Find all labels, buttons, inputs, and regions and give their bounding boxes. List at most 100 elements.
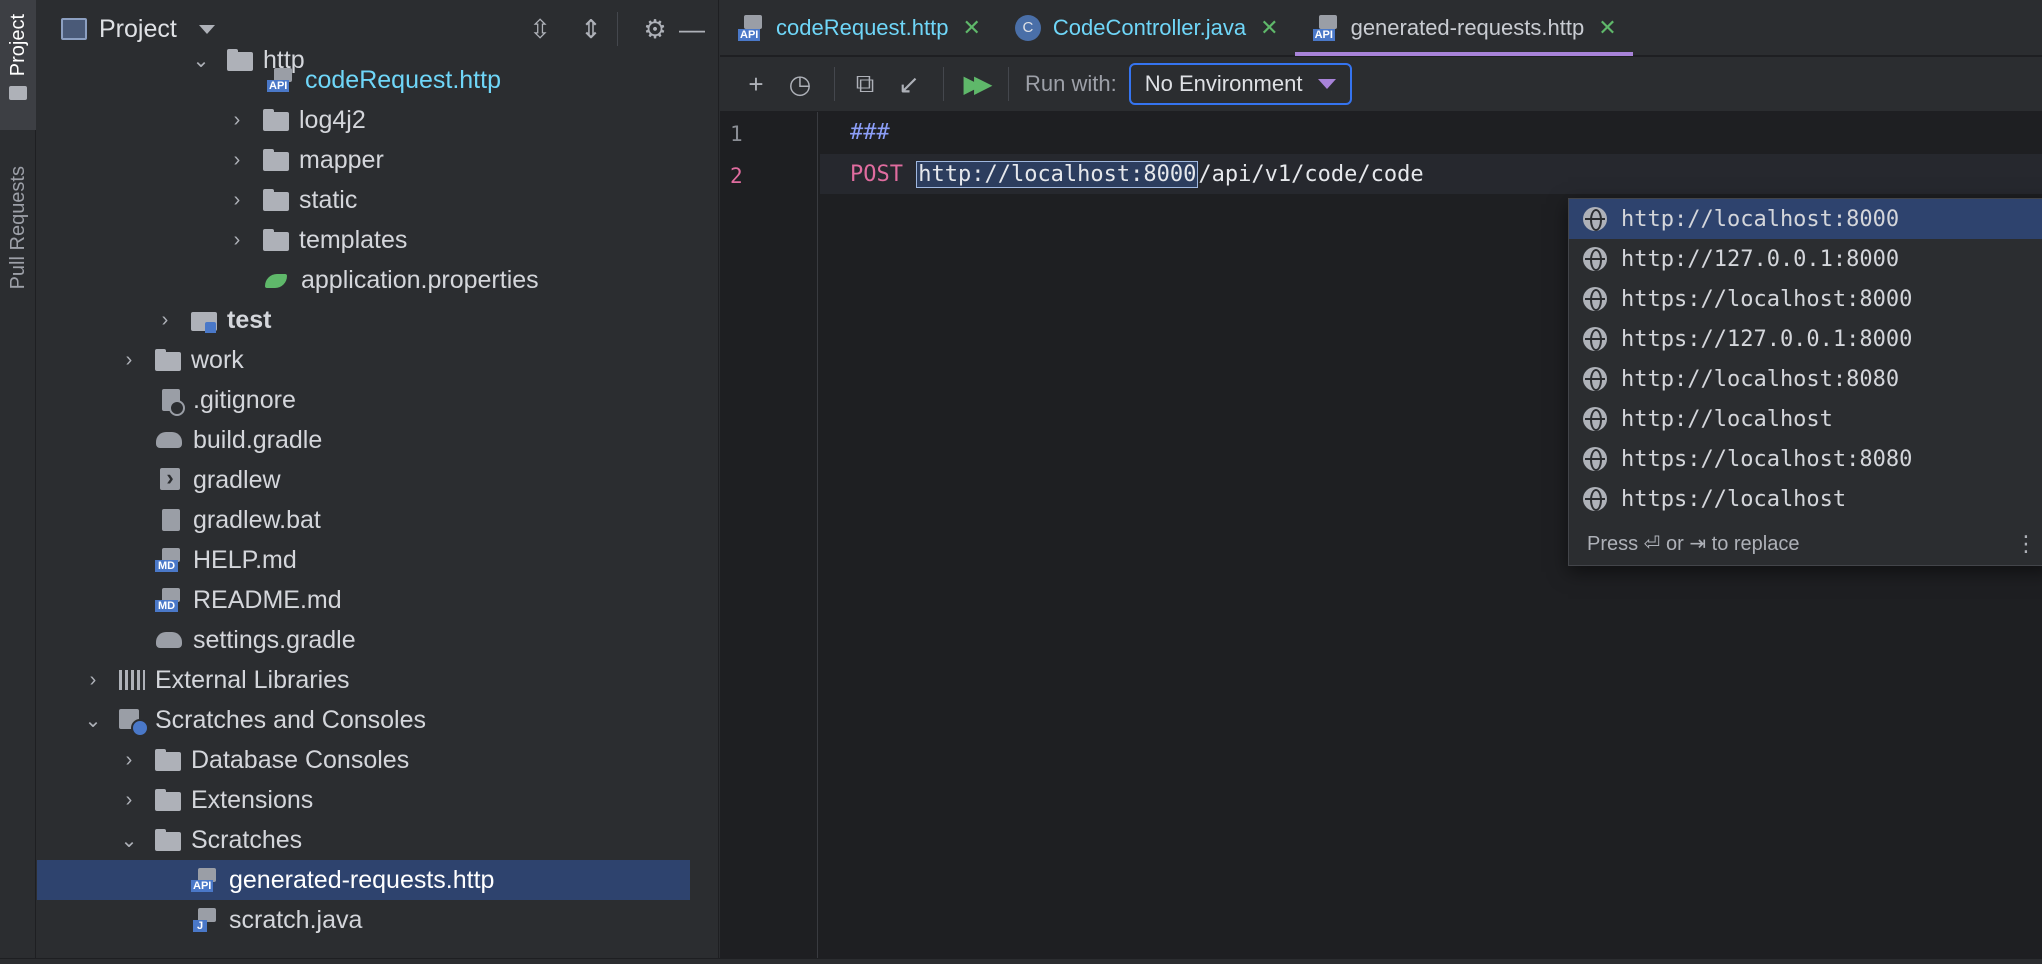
chevron-right-icon[interactable]: › (155, 309, 175, 332)
chevron-right-icon[interactable]: › (227, 229, 247, 252)
project-view-icon (61, 18, 87, 40)
tool-tab-pull-requests-label: Pull Requests (6, 166, 29, 290)
tool-window-strip: Project Pull Requests (0, 0, 36, 964)
tool-tab-pull-requests[interactable]: Pull Requests (0, 166, 36, 356)
completion-item[interactable]: http://127.0.0.1:8000 (1569, 239, 2042, 279)
tab-label: CodeController.java (1052, 15, 1247, 40)
folder-icon (261, 108, 291, 132)
tree-item-scratches[interactable]: ⌄ Scratches (37, 820, 690, 860)
run-with-label: Run with: (1025, 71, 1117, 96)
completion-item[interactable]: http://localhost:8080 (1569, 359, 2042, 399)
project-tree: ⌄ http codeRequest.http › log4j2 › mappe… (37, 40, 719, 964)
spring-properties-icon (263, 268, 293, 292)
completion-item-label: http://localhost (1621, 406, 1833, 432)
status-bar-edge (0, 958, 2042, 964)
tree-item-label: templates (299, 225, 408, 254)
tree-item-gitignore[interactable]: .gitignore (37, 380, 690, 420)
completion-item[interactable]: https://localhost:8080 (1569, 439, 2042, 479)
chevron-right-icon[interactable]: › (227, 189, 247, 212)
chevron-down-icon[interactable] (198, 24, 215, 34)
tree-item-templates[interactable]: › templates (37, 220, 690, 260)
tree-item-external-libraries[interactable]: › External Libraries (37, 660, 690, 700)
chevron-right-icon[interactable]: › (83, 669, 103, 692)
tree-item-database-consoles[interactable]: › Database Consoles (37, 740, 690, 780)
tree-item-label: generated-requests.http (229, 865, 495, 894)
http-client-toolbar: + ◷ ⧉ ↙ ▶▶ Run with: No Environment (720, 57, 2042, 111)
tab-codecontroller-java[interactable]: CodeController.java ✕ (997, 0, 1295, 56)
tree-item-generated-requests-http[interactable]: generated-requests.http (37, 860, 690, 900)
tree-item-label: build.gradle (193, 425, 323, 454)
close-icon[interactable]: ✕ (962, 15, 980, 41)
add-icon[interactable]: + (736, 64, 776, 104)
tree-item-label: README.md (193, 585, 342, 614)
completion-item-label: http://localhost:8000 (1621, 206, 1900, 232)
http-method: POST (850, 161, 903, 187)
completion-popup: http://localhost:8000 http://127.0.0.1:8… (1568, 198, 2042, 566)
run-all-icon[interactable]: ▶▶ (954, 64, 994, 104)
tree-item-mapper[interactable]: › mapper (37, 140, 690, 180)
tree-item-static[interactable]: › static (37, 180, 690, 220)
tree-item-label: work (191, 345, 244, 374)
completion-item[interactable]: http://localhost (1569, 399, 2042, 439)
environment-select[interactable]: No Environment (1128, 63, 1353, 105)
tree-item-readme-md[interactable]: README.md (37, 580, 690, 620)
gradle-icon (155, 628, 185, 652)
line-number: 1 (730, 122, 743, 146)
tree-item-gradlew-bat[interactable]: gradlew.bat (37, 500, 690, 540)
tree-item-label: .gitignore (193, 385, 296, 414)
text-file-icon (155, 508, 185, 532)
chevron-right-icon[interactable]: › (227, 109, 247, 132)
chevron-right-icon[interactable]: › (119, 749, 139, 772)
completion-item[interactable]: https://127.0.0.1:8000 (1569, 319, 2042, 359)
tree-item-coderequest-http[interactable]: codeRequest.http (37, 60, 690, 100)
libraries-icon (117, 668, 147, 692)
tree-item-scratch-java[interactable]: scratch.java (37, 900, 690, 940)
tree-item-log4j2[interactable]: › log4j2 (37, 100, 690, 140)
url-host-selection[interactable]: http://localhost:8000 (916, 160, 1199, 188)
code-line-2[interactable]: POST http://localhost:8000/api/v1/code/c… (820, 154, 2042, 194)
tab-generated-requests-http[interactable]: generated-requests.http ✕ (1294, 0, 1633, 56)
folder-icon (261, 188, 291, 212)
tree-item-label: gradlew.bat (193, 505, 321, 534)
completion-item[interactable]: https://localhost (1569, 479, 2042, 519)
chevron-right-icon[interactable]: › (119, 789, 139, 812)
close-icon[interactable]: ✕ (1598, 15, 1616, 41)
tree-item-build-gradle[interactable]: build.gradle (37, 420, 690, 460)
completion-item[interactable]: https://localhost:8000 (1569, 279, 2042, 319)
folder-icon (153, 348, 183, 372)
tree-item-label: codeRequest.http (305, 65, 501, 94)
globe-icon (1583, 407, 1607, 431)
tool-tab-project[interactable]: Project (0, 0, 36, 130)
globe-icon (1583, 247, 1607, 271)
api-file-icon (736, 13, 766, 43)
tree-item-help-md[interactable]: HELP.md (37, 540, 690, 580)
tree-item-application-properties[interactable]: application.properties (37, 260, 690, 300)
tool-tab-project-label: Project (6, 14, 29, 77)
tab-coderequest-http[interactable]: codeRequest.http ✕ (720, 0, 997, 56)
globe-icon (1583, 287, 1607, 311)
chevron-down-icon[interactable]: ⌄ (83, 708, 103, 733)
scratches-icon (117, 708, 149, 737)
history-icon[interactable]: ◷ (780, 64, 820, 104)
tree-item-label: gradlew (193, 465, 281, 494)
copy-icon[interactable]: ⧉ (845, 64, 885, 104)
import-icon[interactable]: ↙ (889, 64, 929, 104)
completion-item[interactable]: http://localhost:8000 (1569, 199, 2042, 239)
chevron-down-icon[interactable]: ⌄ (119, 828, 139, 853)
tree-item-scratches-and-consoles[interactable]: ⌄ Scratches and Consoles (37, 700, 690, 740)
test-folder-icon (189, 308, 219, 333)
tree-item-label: Scratches (191, 825, 303, 854)
tree-item-settings-gradle[interactable]: settings.gradle (37, 620, 690, 660)
more-options-icon[interactable]: ⋮ (2015, 531, 2037, 557)
code-line-1[interactable]: ### (820, 112, 2042, 152)
chevron-right-icon[interactable]: › (227, 149, 247, 172)
tree-item-gradlew[interactable]: gradlew (37, 460, 690, 500)
line-number-gutter: 1 2 (720, 112, 818, 964)
tree-item-work[interactable]: › work (37, 340, 690, 380)
tree-item-label: Database Consoles (191, 745, 410, 774)
close-icon[interactable]: ✕ (1260, 15, 1278, 41)
chevron-right-icon[interactable]: › (119, 349, 139, 372)
completion-item-label: http://127.0.0.1:8000 (1621, 246, 1900, 272)
tree-item-test[interactable]: › test (37, 300, 690, 340)
tree-item-extensions[interactable]: › Extensions (37, 780, 690, 820)
